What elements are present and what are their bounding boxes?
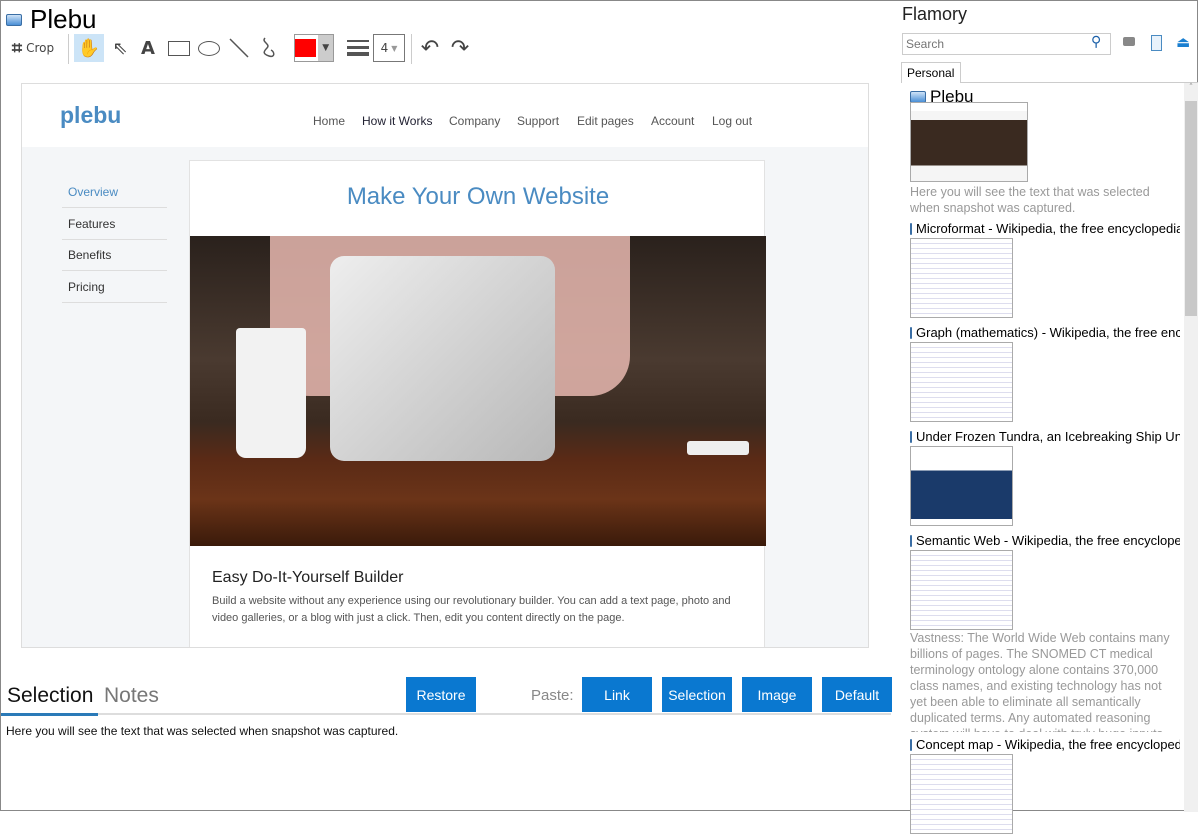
side-pricing[interactable]: Pricing bbox=[62, 271, 167, 303]
title-text: Plebu bbox=[30, 4, 97, 34]
nav-company[interactable]: Company bbox=[449, 114, 500, 128]
app-icon bbox=[910, 326, 912, 339]
scrollbar[interactable]: ˄ bbox=[1184, 83, 1198, 812]
collapse-top-icon[interactable]: ⏏ bbox=[1176, 35, 1190, 50]
line-width-select[interactable]: 4 ▼ bbox=[373, 34, 405, 62]
restore-button[interactable]: Restore bbox=[406, 677, 476, 712]
scrollbar-thumb[interactable] bbox=[1185, 101, 1197, 316]
camera-icon[interactable] bbox=[1123, 37, 1135, 46]
tab-notes[interactable]: Notes bbox=[104, 684, 159, 708]
undo-icon: ↶ bbox=[420, 35, 440, 61]
ellipse-icon bbox=[198, 40, 220, 56]
item-description: Here you will see the text that was sele… bbox=[910, 185, 1150, 215]
rectangle-icon bbox=[168, 40, 190, 56]
nav-how-it-works[interactable]: How it Works bbox=[362, 114, 432, 128]
cup-shape bbox=[236, 328, 306, 458]
item-thumbnail[interactable] bbox=[910, 238, 1013, 318]
item-thumbnail[interactable] bbox=[910, 102, 1028, 182]
app-icon bbox=[910, 534, 912, 547]
active-tab-indicator bbox=[1, 713, 98, 716]
section-text: Build a website without any experience u… bbox=[212, 595, 731, 624]
app-icon bbox=[6, 13, 22, 26]
app-icon bbox=[910, 430, 912, 443]
line-width-value: 4 bbox=[380, 41, 389, 55]
freehand-icon bbox=[263, 37, 275, 58]
text-icon: A bbox=[141, 37, 155, 59]
chevron-down-icon: ▼ bbox=[391, 43, 398, 53]
site-logo: plebu bbox=[60, 102, 122, 128]
line-width-icon bbox=[346, 34, 370, 62]
undo-button[interactable]: ↶ bbox=[418, 34, 442, 62]
item-title: Semantic Web - Wikipedia, the free encyc… bbox=[916, 533, 1180, 548]
pointer-icon: ⇖ bbox=[112, 37, 128, 59]
line-tool[interactable] bbox=[227, 34, 251, 62]
snapshot-preview: plebu Home How it Works Company Support … bbox=[21, 83, 869, 648]
paste-image-button[interactable]: Image bbox=[742, 677, 812, 712]
content-card: Make Your Own Website Easy Do-It-Yoursel… bbox=[189, 160, 766, 647]
freehand-tool[interactable] bbox=[257, 34, 281, 62]
nav-home[interactable]: Home bbox=[313, 114, 345, 128]
list-item[interactable]: Concept map - Wikipedia, the free encycl… bbox=[910, 737, 1180, 752]
rectangle-tool[interactable] bbox=[166, 34, 192, 62]
document-icon[interactable] bbox=[1151, 35, 1162, 51]
color-picker[interactable]: ▼ bbox=[294, 34, 334, 62]
laptop-shape bbox=[330, 256, 555, 461]
hero-image bbox=[190, 236, 766, 546]
line-icon bbox=[229, 38, 249, 58]
item-thumbnail[interactable] bbox=[910, 550, 1013, 630]
flamory-panel: Flamory ⚲ ⏏ Personal ˄ Plebu Here you wi… bbox=[898, 1, 1198, 834]
divider bbox=[68, 34, 69, 64]
section-title: Easy Do-It-Yourself Builder bbox=[212, 569, 404, 586]
search-input[interactable] bbox=[902, 33, 1111, 55]
paste-default-button[interactable]: Default bbox=[822, 677, 892, 712]
item-thumbnail[interactable] bbox=[910, 446, 1013, 526]
headline: Make Your Own Website bbox=[346, 183, 610, 210]
crop-button[interactable]: ⌗ Crop bbox=[7, 34, 59, 62]
list-item[interactable]: Semantic Web - Wikipedia, the free encyc… bbox=[910, 533, 1180, 548]
app-icon bbox=[910, 738, 912, 751]
nav-support[interactable]: Support bbox=[517, 114, 559, 128]
ellipse-tool[interactable] bbox=[196, 34, 222, 62]
crop-label: Crop bbox=[26, 41, 55, 55]
hand-icon: ✋ bbox=[77, 37, 101, 59]
item-thumbnail[interactable] bbox=[910, 754, 1013, 834]
redo-button[interactable]: ↷ bbox=[448, 34, 472, 62]
app-icon bbox=[910, 222, 912, 235]
chevron-down-icon: ▼ bbox=[318, 35, 333, 61]
list-item[interactable]: Microformat - Wikipedia, the free encycl… bbox=[910, 221, 1180, 236]
pointer-tool[interactable]: ⇖ bbox=[109, 34, 131, 62]
text-tool[interactable]: A bbox=[137, 34, 159, 62]
item-title: Graph (mathematics) - Wikipedia, the fre… bbox=[916, 325, 1180, 340]
item-title: Concept map - Wikipedia, the free encycl… bbox=[916, 737, 1180, 752]
search-icon[interactable]: ⚲ bbox=[1091, 34, 1101, 50]
divider bbox=[411, 34, 412, 64]
selection-text: Here you will see the text that was sele… bbox=[6, 724, 399, 738]
list-item[interactable]: Under Frozen Tundra, an Icebreaking Ship… bbox=[910, 429, 1180, 444]
redo-icon: ↷ bbox=[450, 35, 470, 61]
list-item[interactable]: Graph (mathematics) - Wikipedia, the fre… bbox=[910, 325, 1180, 340]
side-benefits[interactable]: Benefits bbox=[62, 239, 167, 271]
window-title: Plebu bbox=[6, 4, 97, 35]
paste-label: Paste: bbox=[531, 687, 574, 704]
hand-tool[interactable]: ✋ bbox=[74, 34, 104, 62]
scroll-up-icon[interactable]: ˄ bbox=[1184, 83, 1198, 93]
item-title: Under Frozen Tundra, an Icebreaking Ship… bbox=[916, 429, 1180, 444]
paste-selection-button[interactable]: Selection bbox=[662, 677, 732, 712]
site-header: plebu Home How it Works Company Support … bbox=[22, 84, 868, 147]
side-overview[interactable]: Overview bbox=[62, 176, 167, 208]
item-thumbnail[interactable] bbox=[910, 342, 1013, 422]
tab-underline bbox=[1, 713, 891, 715]
item-title: Microformat - Wikipedia, the free encycl… bbox=[916, 221, 1180, 236]
tab-selection[interactable]: Selection bbox=[7, 684, 93, 708]
color-swatch bbox=[295, 39, 317, 57]
tab-personal[interactable]: Personal bbox=[901, 62, 961, 83]
paste-link-button[interactable]: Link bbox=[582, 677, 652, 712]
panel-title: Flamory bbox=[902, 4, 968, 24]
nav-edit-pages[interactable]: Edit pages bbox=[577, 114, 634, 128]
item-description: Vastness: The World Wide Web contains ma… bbox=[910, 631, 1170, 732]
crop-icon: ⌗ bbox=[11, 37, 23, 59]
side-features[interactable]: Features bbox=[62, 208, 167, 240]
nav-log-out[interactable]: Log out bbox=[712, 114, 752, 128]
nav-account[interactable]: Account bbox=[651, 114, 694, 128]
